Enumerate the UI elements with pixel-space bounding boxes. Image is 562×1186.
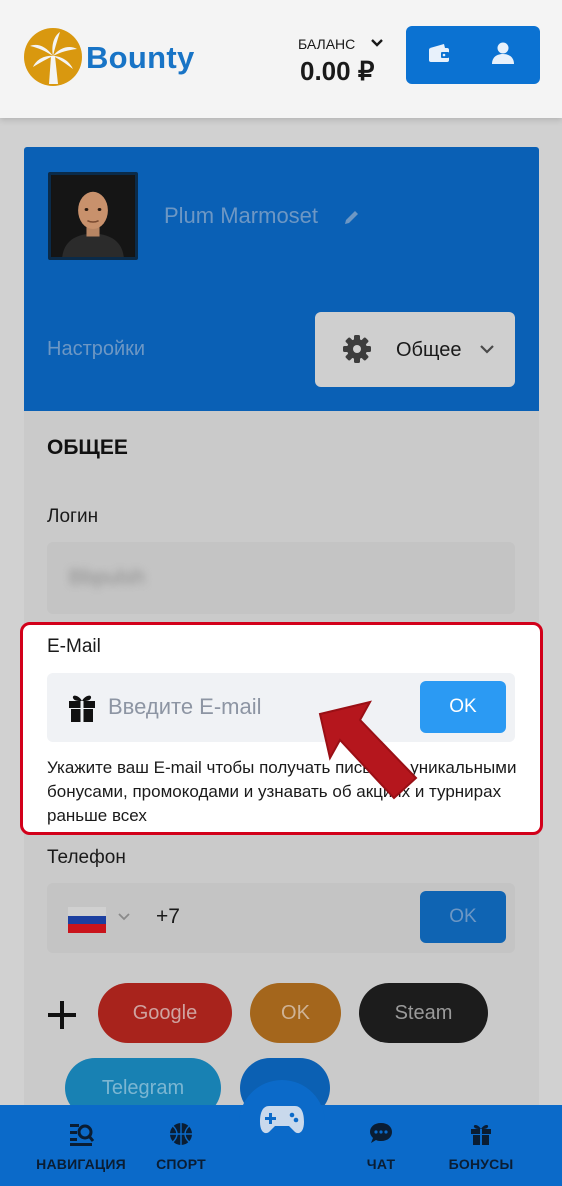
email-label: E-Mail	[47, 636, 101, 657]
header-buttons	[406, 26, 540, 84]
nav-label: НАВИГАЦИЯ	[36, 1156, 126, 1172]
chevron-down-icon[interactable]	[370, 38, 384, 48]
nav-label: ЧАТ	[366, 1156, 396, 1172]
chevron-down-icon	[480, 345, 494, 354]
steam-button[interactable]: Steam	[359, 983, 488, 1043]
phone-label: Телефон	[47, 847, 126, 868]
nav-item-sport[interactable]: СПОРТ	[150, 1105, 212, 1186]
nav-item-chat[interactable]: ЧАТ	[356, 1105, 406, 1186]
balance-value: 0.00 ₽	[300, 56, 375, 86]
plus-icon[interactable]	[46, 999, 78, 1031]
ok-social-button[interactable]: OK	[250, 983, 341, 1043]
gift-icon	[471, 1124, 491, 1145]
nav-item-bonuses[interactable]: БОНУСЫ	[446, 1105, 516, 1186]
nav-label: БОНУСЫ	[448, 1156, 514, 1172]
nav-item-navigation[interactable]: НАВИГАЦИЯ	[30, 1105, 132, 1186]
balance-label[interactable]: БАЛАНС	[298, 36, 355, 52]
wallet-icon[interactable]	[428, 43, 450, 63]
login-value: Bbpulsh	[69, 566, 145, 589]
russia-flag-icon[interactable]	[68, 907, 106, 933]
pencil-icon[interactable]	[343, 208, 361, 226]
username: Plum Marmoset	[164, 203, 319, 228]
user-icon[interactable]	[491, 41, 515, 65]
settings-selected-value: Общее	[396, 339, 462, 361]
chevron-down-icon[interactable]	[118, 913, 130, 921]
email-hint-text: Укажите ваш E-mail чтобы получать письма…	[47, 758, 517, 825]
google-button[interactable]: Google	[98, 983, 232, 1043]
gamepad-icon	[260, 1106, 304, 1134]
arrow-annotation-icon	[318, 700, 418, 800]
phone-ok-button[interactable]: OK	[420, 891, 506, 943]
avatar[interactable]	[48, 172, 138, 260]
section-title: ОБЩЕЕ	[47, 436, 128, 459]
gear-icon	[343, 335, 371, 363]
basketball-icon	[170, 1123, 192, 1145]
gift-icon	[69, 695, 95, 722]
nav-item-games[interactable]	[239, 1080, 325, 1186]
phone-country-code: +7	[156, 905, 180, 928]
chat-icon	[370, 1123, 392, 1143]
logo-icon[interactable]	[22, 26, 84, 88]
login-label: Логин	[47, 506, 99, 527]
navigation-icon	[70, 1124, 94, 1146]
email-ok-button[interactable]: OK	[420, 681, 506, 733]
brand-name[interactable]: Bounty	[86, 40, 195, 76]
nav-label: СПОРТ	[156, 1156, 206, 1172]
settings-label: Настройки	[47, 338, 146, 360]
